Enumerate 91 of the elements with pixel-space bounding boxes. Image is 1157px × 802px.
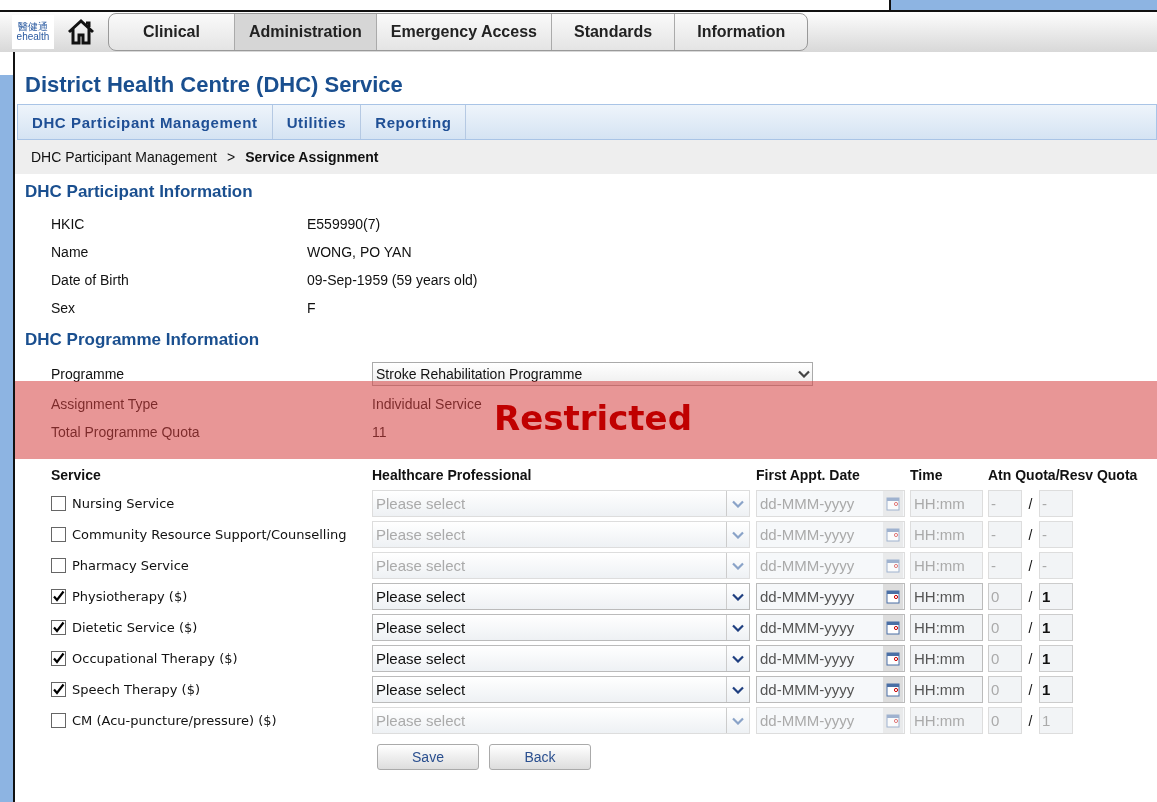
calendar-icon[interactable] [886, 589, 900, 604]
field-value: Individual Service [372, 396, 482, 412]
subnav-item[interactable]: Reporting [361, 105, 467, 139]
slash-separator: / [1027, 650, 1034, 667]
subnav-item[interactable]: DHC Participant Management [18, 105, 273, 139]
field-value: 09-Sep-1959 (59 years old) [307, 272, 478, 288]
calendar-icon[interactable] [886, 682, 900, 697]
column-header: Healthcare Professional [372, 467, 533, 483]
column-header: First Appt. Date [756, 467, 861, 483]
field-value: WONG, PO YAN [307, 244, 412, 260]
slash-separator: / [1027, 526, 1034, 543]
time-field[interactable]: HH:mm [910, 614, 983, 641]
professional-dropdown[interactable]: Please select [372, 583, 750, 610]
slash-separator: / [1027, 712, 1034, 729]
date-field[interactable]: dd-MMM-yyyy [756, 676, 905, 703]
programme-dropdown[interactable]: Stroke Rehabilitation Programme [372, 362, 813, 386]
action-button[interactable]: Save [377, 744, 479, 770]
column-header: Atn Quota/Resv Quota [988, 467, 1138, 483]
field-value: E559990(7) [307, 216, 381, 232]
reserved-quota-field[interactable]: 1 [1039, 614, 1073, 641]
caret-icon [732, 561, 744, 570]
calendar-icon[interactable] [886, 651, 900, 666]
field-value: F [307, 300, 316, 316]
breadcrumb-current: Service Assignment [245, 149, 379, 165]
service-label: Dietetic Service ($) [72, 620, 198, 635]
caret-icon [798, 370, 810, 378]
caret-icon [732, 685, 744, 694]
reserved-quota-field[interactable]: 1 [1039, 676, 1073, 703]
caret-icon [732, 716, 744, 725]
time-field[interactable]: HH:mm [910, 583, 983, 610]
nav-tab[interactable]: Emergency Access [376, 14, 552, 50]
action-button[interactable]: Back [489, 744, 591, 770]
checkbox[interactable] [51, 651, 66, 666]
section-title: DHC Participant Information [25, 182, 254, 202]
nav-tab[interactable]: Information [675, 14, 808, 50]
caret-icon [732, 499, 744, 508]
field-label: Date of Birth [51, 272, 130, 288]
service-label: CM (Acu-puncture/pressure) ($) [72, 713, 277, 728]
date-field[interactable]: dd-MMM-yyyy [756, 583, 905, 610]
time-field[interactable]: HH:mm [910, 645, 983, 672]
checkbox[interactable] [51, 589, 66, 604]
field-label: Total Programme Quota [51, 424, 201, 440]
slash-separator: / [1027, 619, 1034, 636]
reserved-quota-field[interactable]: 1 [1039, 645, 1073, 672]
date-field[interactable]: dd-MMM-yyyy [756, 614, 905, 641]
page-title: District Health Centre (DHC) Service [25, 72, 404, 98]
calendar-icon[interactable] [886, 527, 900, 542]
professional-dropdown[interactable]: Please select [372, 676, 750, 703]
checkbox[interactable] [51, 682, 66, 697]
calendar-icon[interactable] [886, 558, 900, 573]
caret-icon [732, 623, 744, 632]
professional-dropdown[interactable]: Please select [372, 645, 750, 672]
time-field[interactable]: HH:mm [910, 676, 983, 703]
nav-tab[interactable]: Administration [234, 14, 377, 50]
nav-tab[interactable]: Standards [551, 14, 676, 50]
field-label: HKIC [51, 216, 86, 232]
breadcrumb-separator: > [227, 149, 236, 165]
column-header: Service [51, 467, 102, 483]
section-title: DHC Programme Information [25, 330, 261, 350]
slash-separator: / [1027, 681, 1034, 698]
slash-separator: / [1027, 588, 1034, 605]
home-icon[interactable] [66, 18, 96, 46]
service-label: Community Resource Support/Counselling [72, 527, 347, 542]
service-label: Physiotherapy ($) [72, 589, 188, 604]
field-value: 11 [372, 424, 387, 440]
field-label: Sex [51, 300, 77, 316]
field-label: Assignment Type [51, 396, 160, 412]
slash-separator: / [1027, 495, 1034, 512]
service-label: Occupational Therapy ($) [72, 651, 238, 666]
caret-icon [732, 592, 744, 601]
caret-icon [732, 530, 744, 539]
slash-separator: / [1027, 557, 1034, 574]
calendar-icon[interactable] [886, 496, 900, 511]
logo[interactable]: 醫健通 ehealth [12, 15, 54, 49]
reserved-quota-field[interactable]: 1 [1039, 583, 1073, 610]
column-header: Time [910, 467, 944, 483]
subnav-item[interactable]: Utilities [272, 105, 362, 139]
calendar-icon[interactable] [886, 713, 900, 728]
breadcrumb-link[interactable]: DHC Participant Management [31, 149, 217, 165]
nav-tab[interactable]: Clinical [109, 14, 235, 50]
date-field[interactable]: dd-MMM-yyyy [756, 645, 905, 672]
calendar-icon[interactable] [886, 620, 900, 635]
field-label: Programme [51, 366, 126, 382]
caret-icon [732, 654, 744, 663]
service-label: Nursing Service [72, 496, 175, 511]
field-label: Name [51, 244, 90, 260]
professional-dropdown[interactable]: Please select [372, 614, 750, 641]
restricted-text: Restricted [494, 401, 692, 435]
checkbox[interactable] [51, 620, 66, 635]
service-label: Speech Therapy ($) [72, 682, 200, 697]
service-label: Pharmacy Service [72, 558, 189, 573]
